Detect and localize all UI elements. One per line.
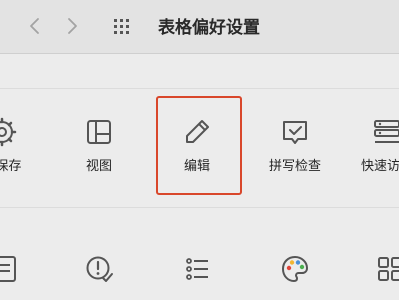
pref-label: 与保存 bbox=[0, 159, 22, 174]
window-title: 表格偏好设置 bbox=[158, 18, 260, 38]
list-icon bbox=[186, 258, 208, 280]
palette-icon bbox=[282, 256, 308, 282]
pref-quick-access[interactable]: 快速访问 bbox=[347, 117, 399, 174]
back-arrow-icon[interactable] bbox=[27, 17, 43, 35]
pref-row2-4[interactable] bbox=[255, 254, 335, 284]
selection-highlight bbox=[156, 96, 242, 195]
pref-row2-2[interactable] bbox=[59, 254, 139, 284]
toolbar: 表格偏好设置 bbox=[0, 0, 399, 54]
grid-apps-icon bbox=[378, 257, 399, 281]
pref-row2-3[interactable] bbox=[157, 254, 237, 284]
pref-label: 快速访问 bbox=[360, 159, 399, 174]
error-check-icon bbox=[86, 256, 113, 282]
pref-label: 拼写检查 bbox=[268, 159, 321, 174]
quick-access-icon bbox=[374, 120, 399, 143]
pref-row2-1[interactable] bbox=[0, 254, 45, 284]
spellcheck-icon bbox=[283, 121, 307, 144]
document-list-icon bbox=[0, 256, 16, 282]
show-all-grid-icon[interactable] bbox=[113, 17, 131, 35]
forward-arrow-icon[interactable] bbox=[64, 17, 80, 35]
pref-spellcheck[interactable]: 拼写检查 bbox=[255, 117, 335, 174]
gear-icon bbox=[0, 117, 17, 147]
pref-view[interactable]: 视图 bbox=[59, 117, 139, 174]
pref-label: 视图 bbox=[85, 159, 112, 174]
view-icon bbox=[87, 120, 111, 144]
pref-row2-5[interactable] bbox=[350, 254, 399, 284]
pref-save[interactable]: 与保存 bbox=[0, 117, 42, 174]
